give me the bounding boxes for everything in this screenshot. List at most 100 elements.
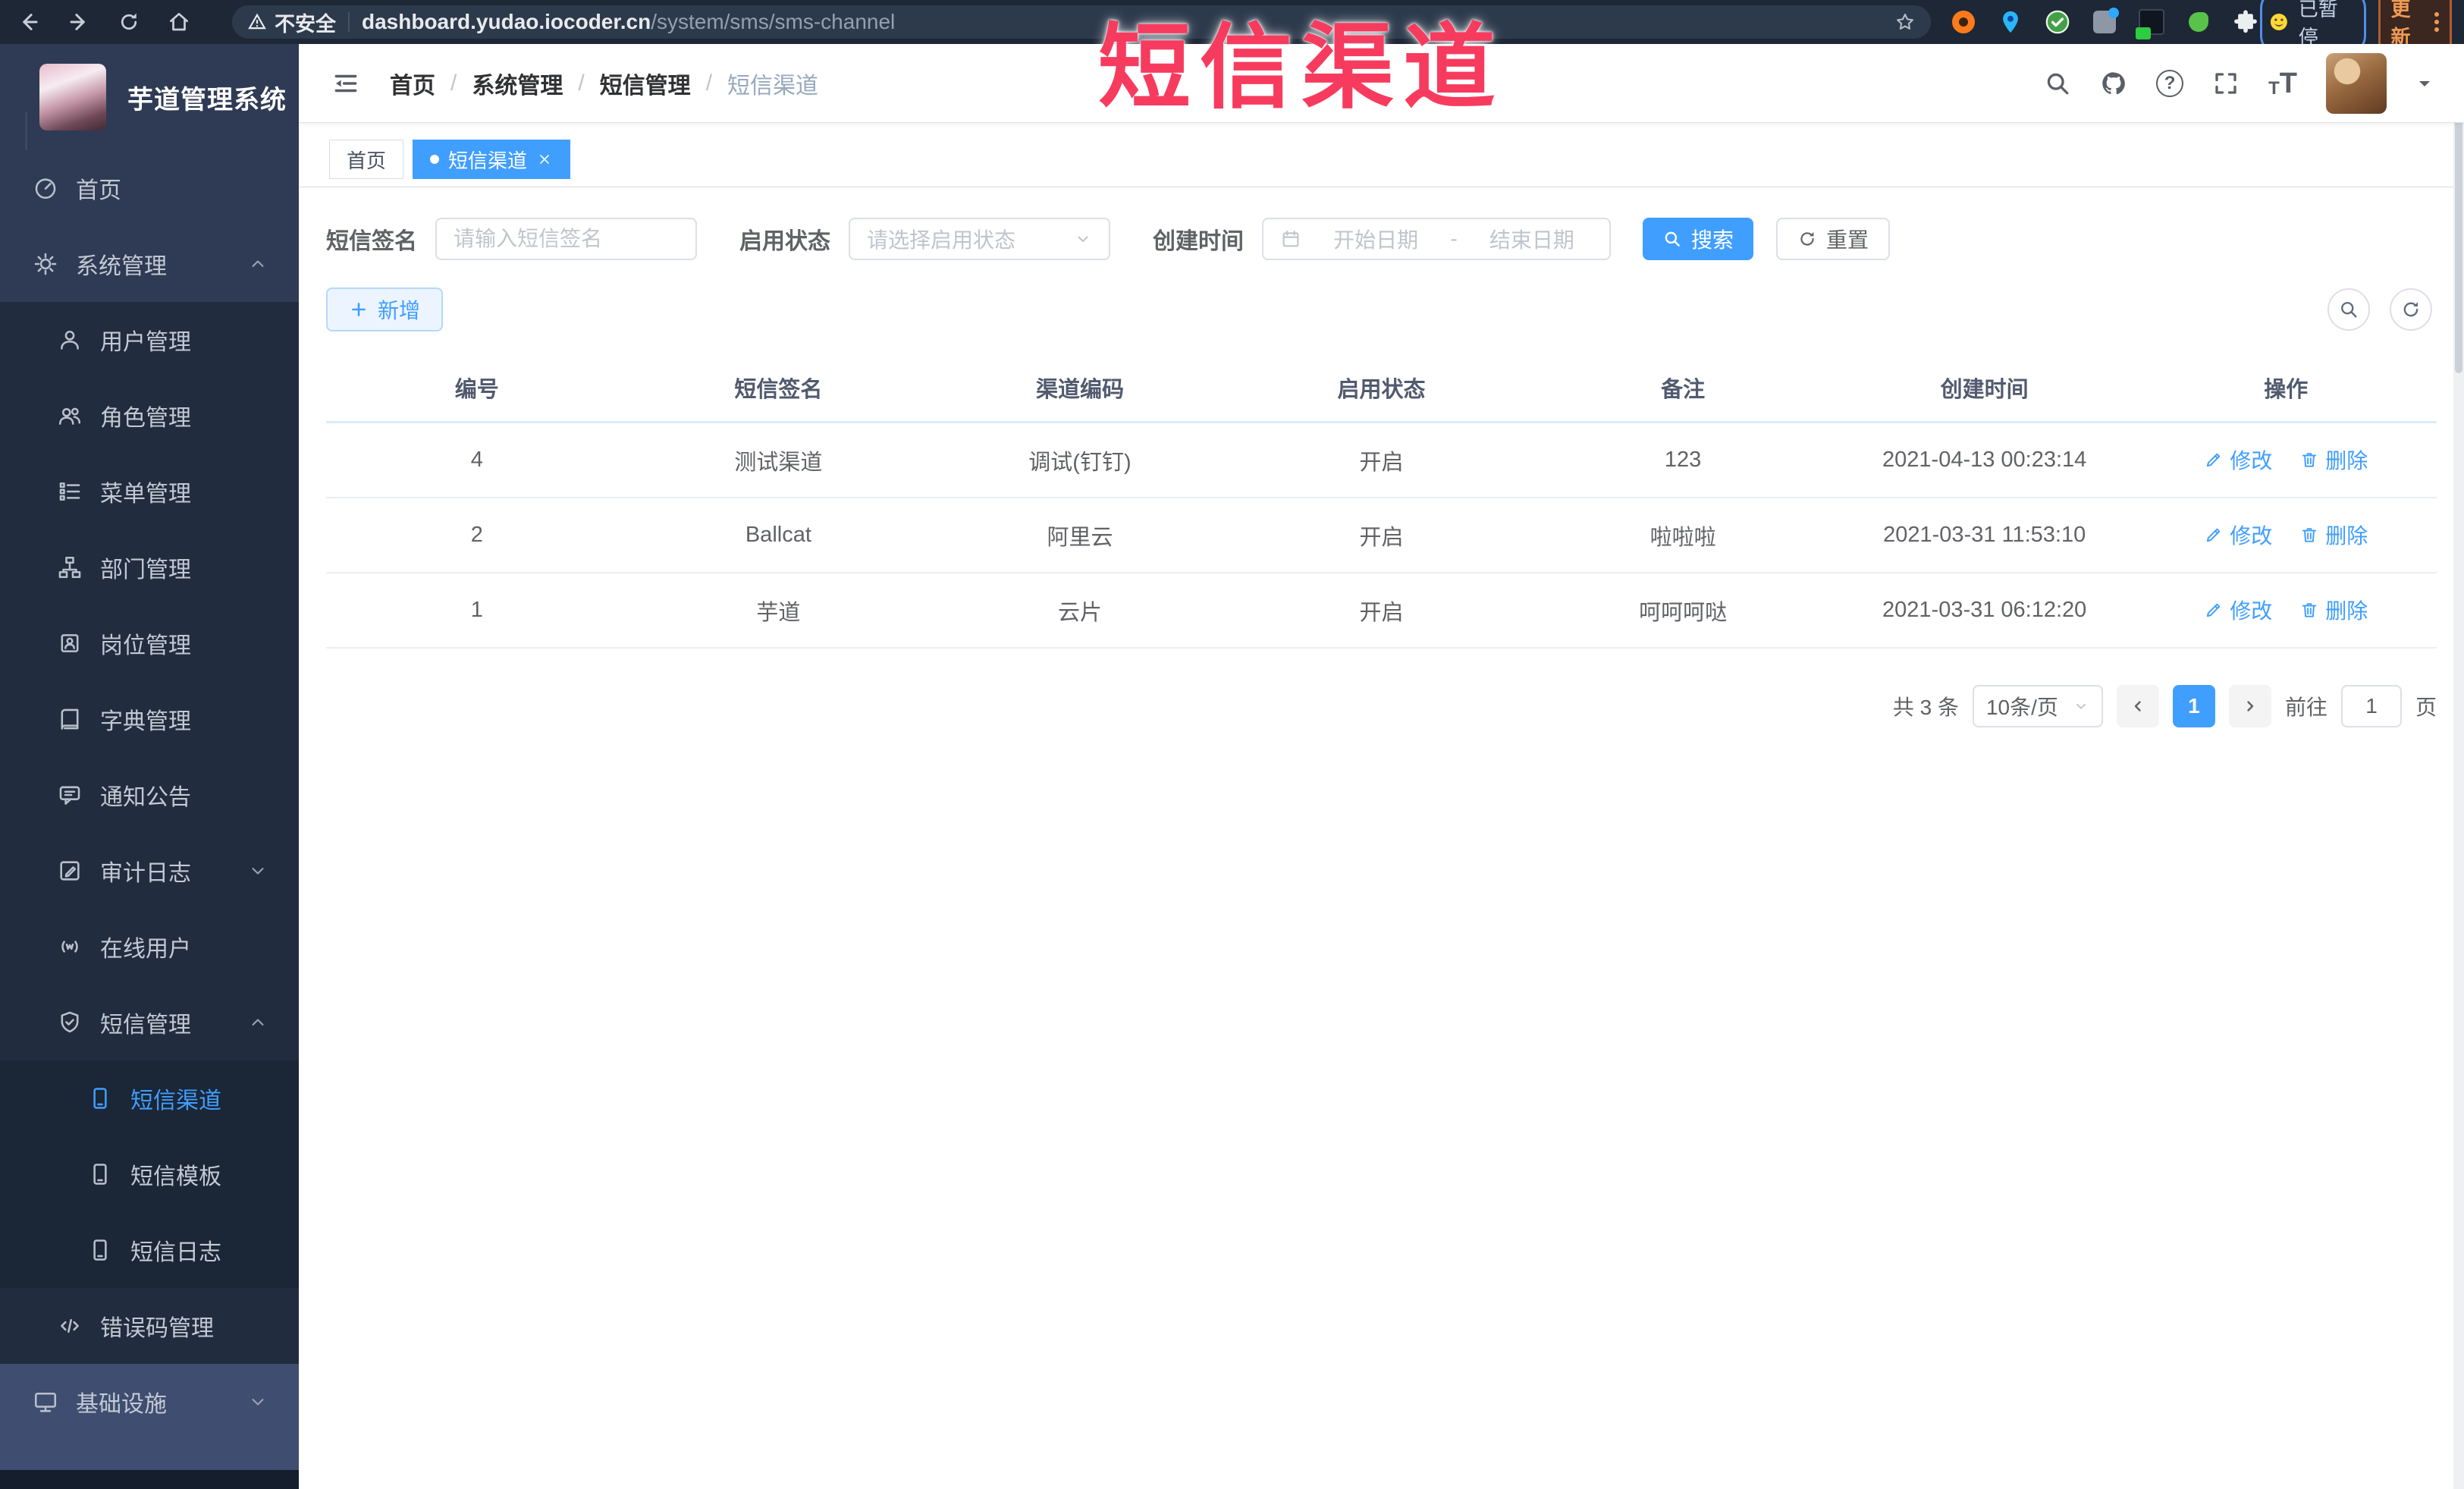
breadcrumb-item[interactable]: 系统管理 xyxy=(472,67,563,100)
extensions-puzzle-icon[interactable] xyxy=(2231,8,2260,36)
announcement-icon xyxy=(56,781,83,809)
search-button[interactable]: 搜索 xyxy=(1643,218,1754,260)
app-logo-row[interactable]: 芋道管理系统 xyxy=(0,44,299,150)
chevron-down-icon xyxy=(1074,230,1092,248)
extension-list-icon[interactable] xyxy=(2136,8,2166,39)
chevron-up-icon xyxy=(247,1012,268,1033)
delete-link[interactable]: 删除 xyxy=(2299,520,2368,550)
sidebar-item[interactable]: 岗位管理 xyxy=(0,605,299,681)
search-button-label: 搜索 xyxy=(1691,228,1734,252)
security-badge[interactable]: 不安全 xyxy=(247,8,336,37)
edit-link[interactable]: 修改 xyxy=(2204,520,2272,550)
delete-link[interactable]: 删除 xyxy=(2299,595,2368,625)
edit-link[interactable]: 修改 xyxy=(2204,445,2272,475)
extension-orange-icon[interactable] xyxy=(1949,8,1978,36)
breadcrumb-item[interactable]: 首页 xyxy=(390,67,435,100)
sidebar-item[interactable]: 用户管理 xyxy=(0,302,299,378)
sidebar-item-label: 部门管理 xyxy=(100,558,191,583)
sidebar-item[interactable]: 短信渠道 xyxy=(0,1060,299,1136)
delete-link[interactable]: 删除 xyxy=(2299,445,2368,475)
sidebar-item[interactable]: 部门管理 xyxy=(0,529,299,605)
sidebar-item-label: 审计日志 xyxy=(100,861,191,886)
extension-sprout-icon[interactable] xyxy=(2184,8,2213,36)
goto-page-input[interactable] xyxy=(2340,685,2402,727)
sidebar-item-label: 菜单管理 xyxy=(100,482,191,507)
tab-首页[interactable]: 首页 xyxy=(329,140,404,179)
help-icon[interactable]: ? xyxy=(2156,69,2184,97)
tab-bar: 首页 短信渠道 xyxy=(299,123,2464,187)
cell-remark: 呵呵呵哒 xyxy=(1639,600,1728,625)
status-select[interactable]: 请选择启用状态 xyxy=(849,218,1110,260)
menu-list-icon xyxy=(56,478,83,505)
add-button[interactable]: 新增 xyxy=(326,287,444,331)
page-number-button[interactable]: 1 xyxy=(2172,685,2215,727)
sidebar-item[interactable]: 基础设施 xyxy=(0,1364,299,1440)
sidebar-item[interactable]: 在线用户 xyxy=(0,909,299,985)
address-bar[interactable]: 不安全 dashboard.yudao.iocoder.cn/system/sm… xyxy=(232,5,1931,39)
extension-sliders-icon[interactable] xyxy=(2090,8,2119,36)
sign-input[interactable] xyxy=(435,218,697,260)
tab-短信渠道[interactable]: 短信渠道 xyxy=(413,140,571,179)
watermark-title: 短信渠道 xyxy=(1098,16,1505,119)
sidebar-item[interactable]: 菜单管理 xyxy=(0,454,299,529)
users-icon xyxy=(56,402,83,429)
url-divider xyxy=(348,12,350,32)
page-scrollbar[interactable] xyxy=(2453,44,2464,1489)
sidebar-item[interactable]: 短信管理 xyxy=(0,985,299,1060)
search-icon xyxy=(1665,231,1680,247)
next-page-button[interactable] xyxy=(2228,685,2271,727)
sidebar-item[interactable]: 错误码管理 xyxy=(0,1288,299,1364)
sidebar-item[interactable]: 短信日志 xyxy=(0,1212,299,1288)
page-unit-label: 页 xyxy=(2415,696,2437,719)
reset-button[interactable]: 重置 xyxy=(1776,218,1891,260)
sidebar-item[interactable]: 系统管理 xyxy=(0,226,299,302)
search-icon[interactable] xyxy=(2044,70,2071,97)
security-label: 不安全 xyxy=(275,12,336,36)
fullscreen-icon[interactable] xyxy=(2212,70,2240,97)
reload-icon[interactable] xyxy=(112,5,146,39)
chevron-down-icon xyxy=(247,860,268,881)
sidebar-collapse-icon[interactable] xyxy=(329,67,363,100)
sidebar-item-label: 系统管理 xyxy=(76,254,167,279)
sidebar-item-label: 短信模板 xyxy=(130,1164,221,1189)
extension-pin-icon[interactable] xyxy=(1996,8,2025,36)
cell-sign: 测试渠道 xyxy=(734,450,823,475)
chevron-down-icon[interactable] xyxy=(2415,74,2434,93)
home-icon[interactable] xyxy=(162,5,196,39)
sidebar-item[interactable]: 角色管理 xyxy=(0,378,299,454)
sidebar-item[interactable]: 首页 xyxy=(0,150,299,226)
table-body: 4 测试渠道 调试(钉钉) 开启 123 2021-04-13 00:23:14 修改 删除 2… xyxy=(326,423,2437,649)
breadcrumb-item[interactable]: 短信管理 xyxy=(600,67,691,100)
font-size-icon[interactable]: TT xyxy=(2268,69,2297,98)
cell-id: 4 xyxy=(470,448,483,472)
date-range-picker[interactable]: 开始日期 - 结束日期 xyxy=(1262,218,1611,260)
cell-code: 阿里云 xyxy=(1047,525,1113,550)
sidebar-item[interactable]: 短信模板 xyxy=(0,1136,299,1212)
extension-check-icon[interactable] xyxy=(2043,8,2072,36)
edit-link[interactable]: 修改 xyxy=(2204,595,2272,625)
page-size-select[interactable]: 10条/页 xyxy=(1972,685,2103,727)
refresh-icon xyxy=(2403,302,2418,317)
avatar[interactable] xyxy=(2326,52,2387,114)
sidebar-item[interactable]: 字典管理 xyxy=(0,681,299,757)
table-header: 编号 短信签名 渠道编码 启用状态 备注 创建时间 操作 xyxy=(326,354,2437,423)
end-date-placeholder: 结束日期 xyxy=(1489,228,1574,252)
forward-icon[interactable] xyxy=(62,5,96,39)
prev-page-button[interactable] xyxy=(2116,685,2159,727)
data-table: 编号 短信签名 渠道编码 启用状态 备注 创建时间 操作 4 测试渠道 调试(钉钉) 开启 123 2… xyxy=(326,354,2437,649)
github-icon[interactable] xyxy=(2100,70,2127,97)
breadcrumb-separator: / xyxy=(578,70,585,96)
bookmark-star-icon[interactable] xyxy=(1894,11,1916,33)
sidebar-item[interactable]: 通知公告 xyxy=(0,757,299,833)
close-icon[interactable] xyxy=(536,151,553,168)
chevron-down-icon xyxy=(247,1391,268,1412)
toggle-search-button[interactable] xyxy=(2327,288,2370,331)
phone-icon xyxy=(86,1236,114,1264)
table-toolbar: 新增 xyxy=(326,287,2437,331)
back-icon[interactable] xyxy=(12,5,46,39)
calendar-icon xyxy=(1280,228,1301,250)
sidebar-item-label: 短信管理 xyxy=(100,1013,191,1038)
kebab-menu-icon[interactable] xyxy=(2434,12,2439,32)
sidebar-item[interactable]: 审计日志 xyxy=(0,833,299,909)
refresh-table-button[interactable] xyxy=(2390,288,2432,331)
